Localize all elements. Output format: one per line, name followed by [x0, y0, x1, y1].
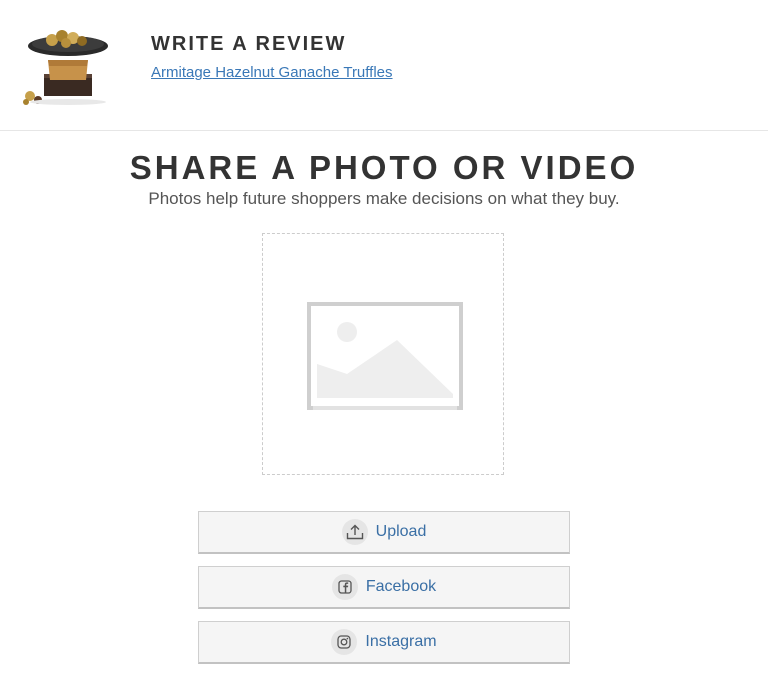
product-link[interactable]: Armitage Hazelnut Ganache Truffles	[151, 64, 393, 82]
header-text: WRITE A REVIEW Armitage Hazelnut Ganache…	[151, 32, 393, 82]
upload-icon	[341, 519, 368, 545]
upload-button[interactable]: Upload	[198, 511, 570, 554]
facebook-icon	[331, 574, 358, 600]
instagram-label: Instagram	[365, 633, 437, 650]
page-heading: WRITE A REVIEW	[151, 33, 347, 55]
facebook-button[interactable]: Facebook	[198, 566, 570, 609]
section-subtitle: Photos help future shoppers make decisio…	[148, 189, 620, 208]
instagram-icon	[331, 629, 358, 655]
image-placeholder-icon	[307, 302, 463, 410]
instagram-button[interactable]: Instagram	[198, 621, 570, 664]
product-thumbnail	[23, 30, 108, 105]
upload-label: Upload	[375, 523, 427, 540]
write-review-page: WRITE A REVIEW Armitage Hazelnut Ganache…	[0, 0, 768, 699]
media-dropzone[interactable]	[262, 233, 504, 475]
review-header: WRITE A REVIEW Armitage Hazelnut Ganache…	[0, 0, 768, 131]
section-title: SHARE A PHOTO OR VIDEO	[129, 149, 639, 186]
facebook-label: Facebook	[365, 578, 437, 595]
